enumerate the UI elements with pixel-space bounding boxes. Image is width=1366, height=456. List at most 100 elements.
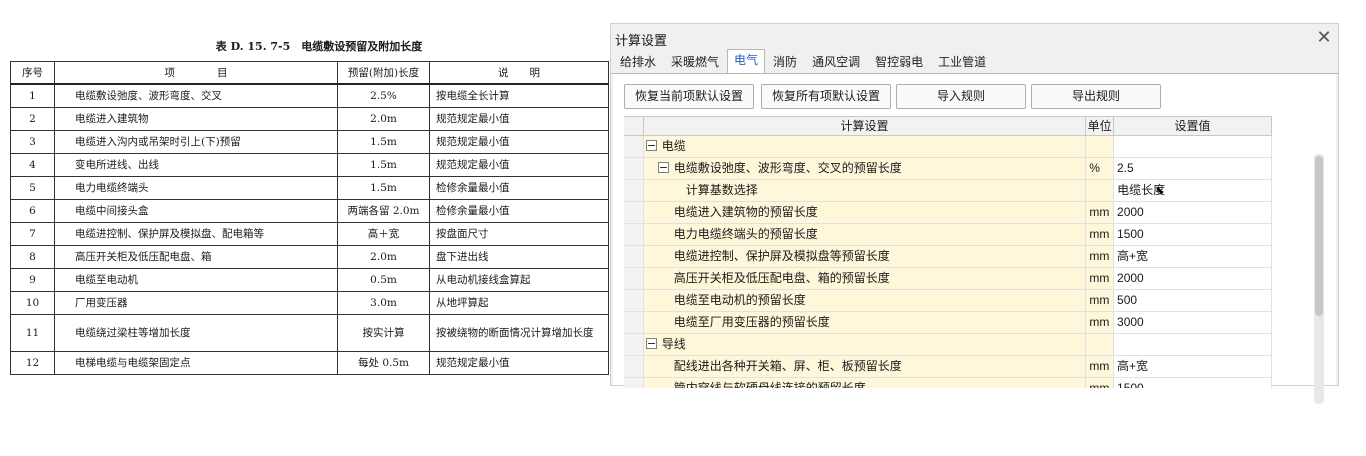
settings-grid: 计算设置 单位 设置值 电缆 电缆敷设弛度、波形弯度、交叉的预留长度% 2.5 计算基… [624,116,1272,388]
unit-cell: mm [1086,224,1115,245]
row-number: 10 [10,291,55,315]
table-row: 1 电缆敷设弛度、波形弯度、交叉 2.5% 按电缆全长计算 [10,83,609,108]
row-item: 电缆绕过梁柱等增加长度 [54,314,338,352]
setting-label: 电缆进入建筑物的预留长度 [673,205,818,219]
row-indicator [624,334,644,355]
scrollbar-thumb[interactable] [1315,156,1323,316]
value-cell[interactable]: 1500 [1114,378,1272,388]
row-item: 电缆敷设弛度、波形弯度、交叉 [54,83,338,108]
restore-all-defaults-button[interactable]: 恢复所有项默认设置 [761,84,891,109]
value-cell[interactable]: 2000 [1114,202,1272,223]
value-cell[interactable] [1113,334,1272,355]
value-cell[interactable]: 2000 [1114,268,1272,289]
row-number: 5 [10,176,55,200]
grid-row[interactable]: 电缆进入建筑物的预留长度 mm 2000 [624,202,1272,224]
row-note: 规范规定最小值 [429,130,609,154]
row-note: 检修余量最小值 [429,176,609,200]
value-cell[interactable]: 3000 [1114,312,1272,333]
restore-current-defaults-button[interactable]: 恢复当前项默认设置 [624,84,754,109]
row-item: 电缆进控制、保护屏及模拟盘、配电箱等 [54,222,338,246]
setting-value: 1500 [1117,381,1144,388]
grid-body: 电缆 电缆敷设弛度、波形弯度、交叉的预留长度% 2.5 计算基数选择 电缆长度⬉ 电缆进入… [624,136,1272,388]
table-row: 4 变电所进线、出线 1.5m 规范规定最小值 [10,153,609,177]
row-indicator [624,158,644,179]
grid-row[interactable]: 电缆进控制、保护屏及模拟盘等预留长度 mm 高+宽 [624,246,1272,268]
tab-low-voltage[interactable]: 智控弱电 [868,51,930,73]
grid-row[interactable]: 电缆至厂用变压器的预留长度 mm 3000 [624,312,1272,334]
value-cell[interactable]: 电缆长度⬉ [1114,180,1272,201]
grid-scrollbar[interactable] [1314,154,1324,404]
row-note: 按盘面尺寸 [429,222,609,246]
setting-label: 电缆敷设弛度、波形弯度、交叉的预留长度 [673,161,902,175]
setting-value: 2000 [1117,271,1144,285]
tab-industrial-pipe[interactable]: 工业管道 [931,51,993,73]
setting-label: 导线 [661,337,686,351]
row-note: 从电动机接线盒算起 [429,268,609,292]
discipline-tabs: 给排水 采暖燃气 电气 消防 通风空调 智控弱电 工业管道 [613,49,994,73]
grid-row[interactable]: 电缆 [624,136,1272,158]
grid-row[interactable]: 电缆至电动机的预留长度 mm 500 [624,290,1272,312]
tab-electrical[interactable]: 电气 [727,49,766,73]
grid-row[interactable]: 电力电缆终端头的预留长度 mm 1500 [624,224,1272,246]
tab-hvac[interactable]: 通风空调 [805,51,867,73]
setting-value: 2000 [1117,205,1144,219]
value-cell[interactable]: 500 [1114,290,1272,311]
mouse-pointer-icon: ⬉ [1155,185,1165,197]
col-header-length: 预留(附加)长度 [337,61,430,85]
setting-name-cell: 电力电缆终端头的预留长度 [643,224,1087,245]
grid-row[interactable]: 高压开关柜及低压配电盘、箱的预留长度 mm 2000 [624,268,1272,290]
col-header-note: 说 明 [429,61,609,85]
close-icon[interactable]: ✕ [1314,27,1334,47]
setting-label: 电缆至厂用变压器的预留长度 [673,315,830,329]
grid-row[interactable]: 管内穿线与软硬母线连接的预留长度 mm 1500 [624,378,1272,388]
cable-allowance-table: 序号 项 目 预留(附加)长度 说 明 1 电缆敷设弛度、波形弯度、交叉 2.5% 按… [10,61,609,375]
row-item: 电缆进入建筑物 [54,107,338,131]
tab-heating-gas[interactable]: 采暖燃气 [664,51,726,73]
import-rules-button[interactable]: 导入规则 [896,84,1026,109]
setting-label: 电力电缆终端头的预留长度 [673,227,818,241]
table-row: 2 电缆进入建筑物 2.0m 规范规定最小值 [10,107,609,131]
setting-name-cell: 电缆敷设弛度、波形弯度、交叉的预留长度 [643,158,1087,179]
grid-row[interactable]: 导线 [624,334,1272,356]
tab-water[interactable]: 给排水 [613,51,663,73]
row-item: 电缆进入沟内或吊架时引上(下)预留 [54,130,338,154]
collapse-icon[interactable] [657,162,669,174]
table-row: 5 电力电缆终端头 1.5m 检修余量最小值 [10,176,609,200]
grid-header-unit[interactable]: 单位 [1086,117,1114,135]
export-rules-button[interactable]: 导出规则 [1031,84,1161,109]
collapse-icon[interactable] [645,140,657,152]
table-row: 3 电缆进入沟内或吊架时引上(下)预留 1.5m 规范规定最小值 [10,130,609,154]
row-length: 两端各留 2.0m [337,199,430,223]
row-length: 1.5m [337,130,430,154]
value-cell[interactable]: 高+宽 [1114,356,1272,377]
value-cell[interactable]: 高+宽 [1114,246,1272,267]
value-cell[interactable]: 1500 [1114,224,1272,245]
table-caption: 表 D. 15. 7-5 电缆敷设预留及附加长度 [215,40,423,53]
collapse-icon[interactable] [645,338,657,350]
setting-name-cell: 高压开关柜及低压配电盘、箱的预留长度 [643,268,1087,289]
setting-label: 电缆进控制、保护屏及模拟盘等预留长度 [673,249,890,263]
grid-row[interactable]: 电缆敷设弛度、波形弯度、交叉的预留长度% 2.5 [624,158,1272,180]
grid-header-indicator [624,117,644,135]
grid-header-setting[interactable]: 计算设置 [644,117,1087,135]
setting-name-cell: 导线 [643,334,1087,355]
setting-value: 3000 [1117,315,1144,329]
electrical-panel: 恢复当前项默认设置 恢复所有项默认设置 导入规则 导出规则 计算设置 单位 设置… [613,74,1336,404]
row-length: 0.5m [337,268,430,292]
row-number: 2 [10,107,55,131]
grid-header-value[interactable]: 设置值 [1114,117,1272,135]
row-note: 盘下进出线 [429,245,609,269]
grid-row[interactable]: 计算基数选择 电缆长度⬉ [624,180,1272,202]
tab-fire[interactable]: 消防 [766,51,804,73]
unit-cell [1086,136,1114,157]
setting-label: 配线进出各种开关箱、屏、柜、板预留长度 [673,359,902,373]
value-cell[interactable] [1113,136,1272,157]
row-number: 7 [10,222,55,246]
row-length: 3.0m [337,291,430,315]
row-note: 按电缆全长计算 [429,83,609,108]
unit-cell: mm [1086,202,1115,223]
setting-label: 电缆至电动机的预留长度 [673,293,806,307]
row-note: 规范规定最小值 [429,107,609,131]
grid-row[interactable]: 配线进出各种开关箱、屏、柜、板预留长度 mm 高+宽 [624,356,1272,378]
value-cell[interactable]: 2.5 [1113,158,1272,179]
